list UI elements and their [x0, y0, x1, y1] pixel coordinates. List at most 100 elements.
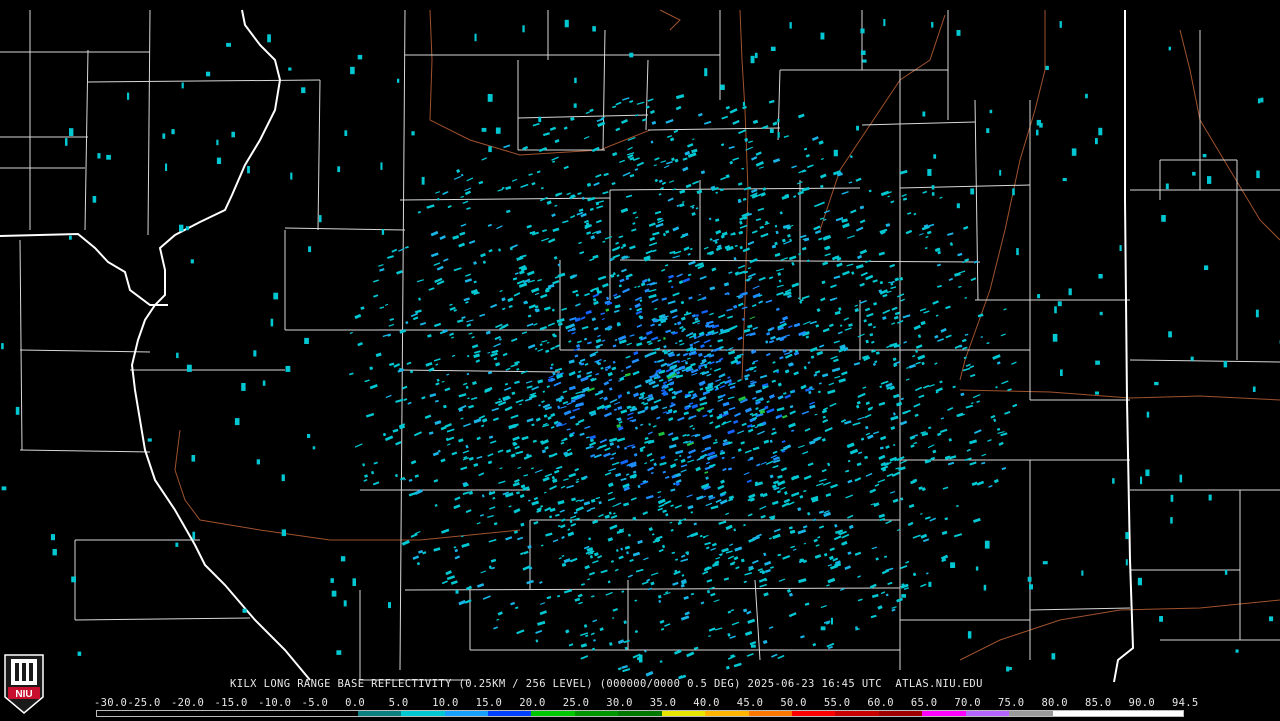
echo-pixel: [397, 79, 399, 83]
scale-label: -25.0: [128, 697, 161, 709]
echo-pixel: [488, 146, 492, 152]
colorbar-segment: [749, 711, 792, 716]
echo-pixel: [243, 609, 247, 613]
echo-pixel: [475, 34, 477, 42]
echo-pixel: [1207, 176, 1211, 184]
colorbar-segment: [662, 711, 705, 716]
colorbar-segment: [271, 711, 314, 716]
echo-pixel: [1159, 616, 1163, 622]
scale-label: 80.0: [1041, 697, 1068, 709]
echo-pixel: [353, 578, 357, 586]
echo-pixel: [1191, 357, 1194, 361]
echo-pixel: [271, 319, 274, 327]
echo-pixel: [1125, 532, 1129, 539]
echo-pixel: [1161, 215, 1166, 222]
echo-pixel: [1072, 148, 1077, 155]
echo-pixel: [267, 34, 271, 42]
echo-pixel: [1, 343, 4, 349]
colorbar-segment: [227, 711, 270, 716]
scale-label: 30.0: [606, 697, 633, 709]
scale-label: 90.0: [1128, 697, 1155, 709]
scale-label: -20.0: [171, 697, 204, 709]
echo-pixel: [307, 434, 310, 438]
colorbar-segment: [966, 711, 1009, 716]
echo-pixel: [165, 164, 167, 172]
echo-pixel: [790, 22, 792, 29]
echo-pixel: [1256, 171, 1259, 179]
echo-pixel: [1095, 392, 1099, 395]
echo-pixel: [1204, 265, 1208, 270]
echo-pixel: [273, 293, 278, 300]
echo-pixel: [176, 353, 179, 358]
echo-pixel: [51, 534, 55, 540]
echo-pixel: [288, 68, 291, 71]
echo-pixel: [970, 188, 974, 194]
echo-pixel: [968, 631, 972, 638]
echo-pixel: [932, 185, 935, 189]
echo-pixel: [976, 567, 978, 571]
colorbar-segment: [922, 711, 965, 716]
echo-pixel: [1154, 382, 1159, 385]
echo-pixel: [1036, 130, 1039, 136]
echo-pixel: [1120, 245, 1122, 251]
echo-pixel: [1256, 310, 1259, 318]
echo-pixel: [162, 133, 165, 138]
echo-pixel: [777, 119, 779, 123]
echo-pixel: [235, 418, 240, 425]
colorbar-segment: [575, 711, 618, 716]
echo-pixel: [901, 594, 906, 598]
echo-pixel: [933, 154, 936, 158]
colorbar-segment: [358, 711, 401, 716]
echo-pixel: [883, 19, 885, 26]
echo-pixel: [331, 578, 334, 583]
echo-pixel: [216, 140, 218, 146]
echo-pixel: [1052, 653, 1056, 659]
echo-pixel: [1138, 578, 1142, 586]
echo-pixel: [97, 153, 100, 158]
echo-pixel: [1253, 387, 1256, 393]
scale-label: 55.0: [824, 697, 851, 709]
echo-pixel: [831, 618, 833, 625]
echo-pixel: [332, 591, 337, 597]
echo-pixel: [751, 645, 756, 648]
map-background: [0, 0, 1280, 720]
radar-map: [0, 0, 1280, 720]
echo-pixel: [358, 55, 363, 60]
echo-pixel: [482, 128, 487, 132]
echo-pixel: [301, 87, 305, 93]
echo-pixel: [1016, 248, 1019, 255]
echo-pixel: [290, 173, 292, 180]
echo-pixel: [1095, 138, 1098, 144]
echo-pixel: [1140, 477, 1142, 485]
echo-pixel: [1168, 331, 1172, 337]
colorbar-segment: [488, 711, 531, 716]
echo-pixel: [1039, 123, 1043, 128]
echo-pixel: [1225, 570, 1227, 575]
echo-pixel: [182, 83, 184, 89]
echo-pixel: [639, 655, 643, 663]
scale-label: 20.0: [519, 697, 546, 709]
echo-pixel: [422, 177, 425, 185]
echo-pixel: [985, 541, 990, 549]
echo-pixel: [286, 366, 291, 372]
echo-pixel: [1081, 571, 1083, 576]
reflectivity-scale-labels: -30.0-25.0-20.0-15.0-10.0-5.00.05.010.01…: [94, 697, 1194, 709]
echo-pixel: [350, 67, 355, 74]
echo-pixel: [751, 56, 755, 63]
echo-pixel: [1098, 128, 1102, 136]
echo-pixel: [341, 556, 345, 561]
echo-pixel: [192, 532, 195, 540]
echo-pixel: [1192, 172, 1196, 176]
echo-pixel: [337, 166, 340, 172]
echo-pixel: [127, 93, 129, 100]
colorbar-segment: [792, 711, 835, 716]
echo-pixel: [1006, 667, 1009, 672]
scale-label: 15.0: [476, 697, 503, 709]
scale-label: 0.0: [345, 697, 365, 709]
echo-pixel: [1012, 188, 1015, 195]
echo-pixel: [931, 22, 933, 28]
echo-pixel: [755, 53, 758, 58]
echo-pixel: [319, 215, 322, 222]
echo-pixel: [231, 132, 235, 138]
colorbar-segment: [618, 711, 661, 716]
